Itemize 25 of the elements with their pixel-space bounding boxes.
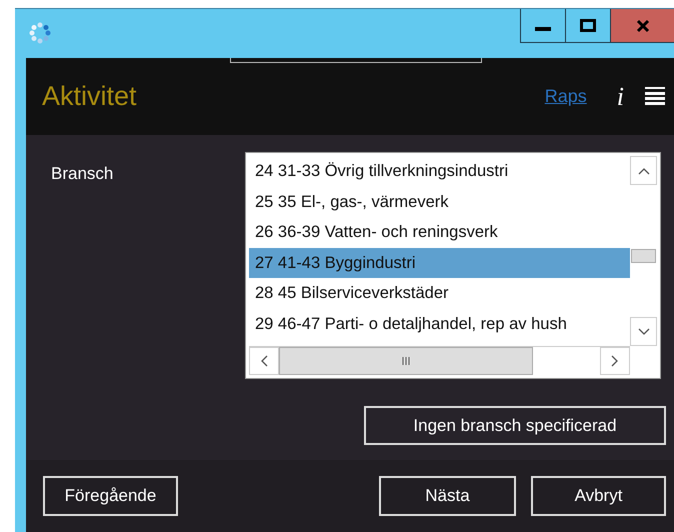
list-item[interactable]: 28 45 Bilserviceverkstäder xyxy=(249,278,630,308)
raps-link[interactable]: Raps xyxy=(544,86,587,107)
menu-icon[interactable] xyxy=(644,86,666,108)
close-icon xyxy=(636,18,650,32)
scroll-thumb[interactable] xyxy=(279,347,533,375)
scroll-thumb[interactable] xyxy=(631,249,656,263)
info-button[interactable]: i xyxy=(616,82,624,112)
loading-icon xyxy=(29,22,51,44)
field-label: Bransch xyxy=(51,163,114,185)
list-item[interactable]: 26 36-39 Vatten- och reningsverk xyxy=(249,217,630,248)
page-title: Aktivitet xyxy=(42,81,137,112)
horizontal-scrollbar[interactable] xyxy=(249,346,630,375)
next-button[interactable]: Nästa xyxy=(379,476,516,516)
list-item[interactable]: 27 41-43 Byggindustri xyxy=(249,248,630,278)
close-button[interactable] xyxy=(610,9,674,43)
no-industry-button[interactable]: Ingen bransch specificerad xyxy=(364,406,666,445)
list-item[interactable]: 29 46-47 Parti- o detaljhandel, rep av hush xyxy=(249,308,630,339)
vertical-scrollbar[interactable] xyxy=(630,156,657,346)
previous-button[interactable]: Föregående xyxy=(43,476,178,516)
list-item[interactable]: 25 35 El-, gas-, värmeverk xyxy=(249,186,630,217)
list-item[interactable]: 24 31-33 Övrig tillverkningsindustri xyxy=(249,156,630,186)
industry-list[interactable]: 24 31-33 Övrig tillverkningsindustri 25 35 El-, gas-, värmeverk 26 36-39 Vatten- och reningsverk 27 41-43 Byggindustri 28 45 Bilserviceverkstäder 29 46-47 Parti- o detaljhandel, rep av hush xyxy=(245,152,661,379)
minimize-button[interactable] xyxy=(520,9,565,43)
cancel-button[interactable]: Avbryt xyxy=(531,476,666,516)
drag-handle[interactable] xyxy=(230,58,482,63)
